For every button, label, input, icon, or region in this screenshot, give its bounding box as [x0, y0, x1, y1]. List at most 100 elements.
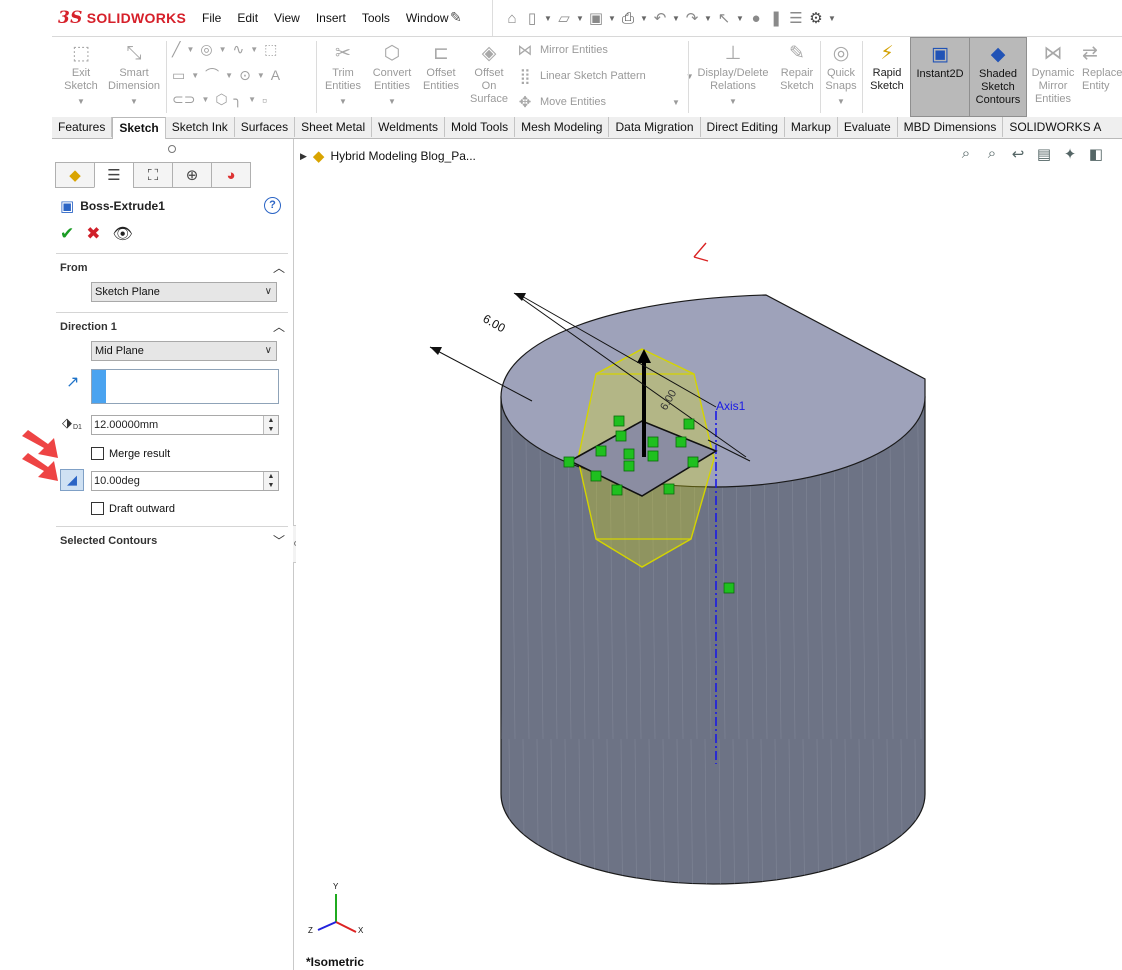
preview-eye-icon[interactable]: 👁: [113, 224, 133, 244]
depth-spinner[interactable]: ▲ ▼: [263, 416, 278, 434]
pin-icon[interactable]: ✎: [450, 9, 462, 26]
tab-markup[interactable]: Markup: [785, 117, 838, 137]
offset-entities-button[interactable]: ⊏ Offset Entities: [418, 37, 464, 115]
rebuild-icon[interactable]: ●: [747, 9, 765, 27]
chevron-down-icon[interactable]: ▼: [77, 95, 85, 108]
linear-sketch-pattern-button[interactable]: ⣿ Linear Sketch Pattern ▼: [516, 67, 694, 85]
fillet-icon[interactable]: ╮: [234, 91, 242, 108]
chevron-down-icon[interactable]: ▼: [191, 71, 199, 80]
chevron-down-icon[interactable]: ▼: [729, 95, 737, 108]
chevron-down-icon[interactable]: ▼: [543, 14, 553, 23]
direction-selection-box[interactable]: [91, 369, 279, 404]
depth-input[interactable]: 12.00000mm ▲ ▼: [91, 415, 279, 435]
tab-weldments[interactable]: Weldments: [372, 117, 445, 137]
tab-sketch-ink[interactable]: Sketch Ink: [166, 117, 235, 137]
merge-result-checkbox[interactable]: Merge result: [91, 447, 170, 460]
chevron-down-icon[interactable]: ▼: [388, 95, 396, 108]
chevron-down-icon[interactable]: ▼: [827, 14, 837, 23]
reverse-direction-arrow-icon[interactable]: ↗: [66, 372, 79, 392]
from-section-title[interactable]: From: [60, 262, 88, 274]
chevron-down-icon[interactable]: ▼: [671, 14, 681, 23]
menu-file[interactable]: File: [194, 11, 229, 25]
chevron-down-icon[interactable]: ▼: [735, 14, 745, 23]
chevron-down-icon[interactable]: ▼: [201, 95, 209, 104]
chevron-down-icon[interactable]: ▼: [225, 71, 233, 80]
chevron-down-icon[interactable]: ▼: [130, 95, 138, 108]
chevron-up-icon[interactable]: ︿: [273, 259, 285, 276]
property-manager-tab[interactable]: ☰: [94, 162, 134, 188]
chevron-down-icon[interactable]: ▼: [607, 14, 617, 23]
graphics-area[interactable]: ▶ ◆ Hybrid Modeling Blog_Pa... ⌕ ⌕ ↩ ▤ ✦…: [296, 139, 1122, 970]
menu-insert[interactable]: Insert: [308, 11, 354, 25]
display-delete-relations-button[interactable]: ⊥ Display/Delete Relations ▼: [692, 37, 774, 115]
chevron-down-icon[interactable]: ▼: [837, 95, 845, 108]
from-combo[interactable]: Sketch Plane ∨: [91, 282, 277, 302]
rapid-sketch-button[interactable]: ⚡ Rapid Sketch: [866, 37, 908, 115]
select-arrow-icon[interactable]: ↖: [715, 9, 733, 27]
tab-mesh-modeling[interactable]: Mesh Modeling: [515, 117, 610, 137]
file-properties-icon[interactable]: ❚: [767, 9, 785, 27]
circle-icon[interactable]: ◎: [200, 41, 212, 58]
chevron-down-icon[interactable]: ﹀: [273, 532, 285, 549]
dimxpert-manager-tab[interactable]: ⊕: [172, 162, 212, 188]
replace-entity-button[interactable]: ⇄ Replace Entity: [1082, 37, 1122, 115]
options-list-icon[interactable]: ☰: [787, 9, 805, 27]
chevron-down-icon[interactable]: ▼: [257, 71, 265, 80]
cancel-x-icon[interactable]: ✖: [86, 224, 100, 244]
tab-mold-tools[interactable]: Mold Tools: [445, 117, 516, 137]
polygon-icon[interactable]: ⬡: [215, 91, 227, 108]
construction-icon[interactable]: ⬚: [264, 41, 277, 58]
gear-icon[interactable]: ⚙: [807, 9, 825, 27]
print-icon[interactable]: ⎙: [619, 9, 637, 27]
ok-check-icon[interactable]: ✔: [60, 224, 74, 244]
arc-icon[interactable]: ⌒: [205, 65, 219, 85]
checkbox-box[interactable]: [91, 447, 104, 460]
selected-contours-section-title[interactable]: Selected Contours: [60, 535, 157, 547]
move-entities-button[interactable]: ✥ Move Entities ▼: [516, 93, 680, 111]
text-icon[interactable]: A: [271, 67, 280, 83]
mirror-entities-button[interactable]: ⋈ Mirror Entities: [516, 41, 608, 59]
save-icon[interactable]: ▣: [587, 9, 605, 27]
chevron-down-icon[interactable]: ▼: [339, 95, 347, 108]
rectangle-icon[interactable]: ▭: [172, 67, 185, 84]
chevron-down-icon[interactable]: ▼: [575, 14, 585, 23]
draft-outward-checkbox[interactable]: Draft outward: [91, 502, 175, 515]
help-icon[interactable]: ?: [264, 197, 281, 214]
chevron-down-icon[interactable]: ▼: [186, 45, 194, 54]
ellipse-icon[interactable]: ⊙: [239, 67, 251, 84]
pane-handle-icon[interactable]: [168, 145, 176, 153]
chevron-down-icon[interactable]: ▼: [250, 45, 258, 54]
quick-snaps-button[interactable]: ◎ Quick Snaps ▼: [823, 37, 859, 115]
instant2d-button[interactable]: ▣ Instant2D: [910, 37, 970, 117]
display-manager-tab[interactable]: ◕: [211, 162, 251, 188]
menu-view[interactable]: View: [266, 11, 308, 25]
line-icon[interactable]: ╱: [172, 41, 180, 58]
point-icon[interactable]: ▫: [262, 92, 267, 108]
chevron-down-icon[interactable]: ▼: [219, 45, 227, 54]
tab-solidworks-addins[interactable]: SOLIDWORKS A: [1003, 117, 1107, 137]
chevron-down-icon[interactable]: ▼: [639, 14, 649, 23]
chevron-down-icon[interactable]: ▼: [672, 98, 680, 107]
chevron-down-icon[interactable]: ▼: [703, 14, 713, 23]
tab-data-migration[interactable]: Data Migration: [609, 117, 701, 137]
draft-angle-spinner[interactable]: ▲ ▼: [263, 472, 278, 490]
convert-entities-button[interactable]: ⬡ Convert Entities ▼: [368, 37, 416, 115]
tab-evaluate[interactable]: Evaluate: [838, 117, 898, 137]
dimension-label[interactable]: 6.00: [481, 311, 509, 335]
slot-icon[interactable]: ⊂⊃: [172, 91, 195, 108]
offset-on-surface-button[interactable]: ◈ Offset On Surface: [466, 37, 512, 115]
configuration-manager-tab[interactable]: ⛶: [133, 162, 173, 188]
solidworks-logo[interactable]: 3S SOLIDWORKS: [58, 6, 186, 30]
spline-icon[interactable]: ∿: [233, 41, 245, 58]
tab-sheet-metal[interactable]: Sheet Metal: [295, 117, 373, 137]
model-viewport[interactable]: Axis1 6.00 6.00 Y X Z: [296, 139, 1122, 970]
chevron-down-icon[interactable]: ▼: [248, 95, 256, 104]
tab-features[interactable]: Features: [52, 117, 113, 137]
undo-icon[interactable]: ↶: [651, 9, 669, 27]
tab-direct-editing[interactable]: Direct Editing: [701, 117, 785, 137]
menu-edit[interactable]: Edit: [229, 11, 266, 25]
shaded-sketch-contours-button[interactable]: ◆ Shaded Sketch Contours: [969, 37, 1027, 117]
tab-mbd-dimensions[interactable]: MBD Dimensions: [898, 117, 1004, 137]
menu-tools[interactable]: Tools: [354, 11, 398, 25]
smart-dimension-button[interactable]: ⤡ Smart Dimension ▼: [104, 37, 164, 115]
